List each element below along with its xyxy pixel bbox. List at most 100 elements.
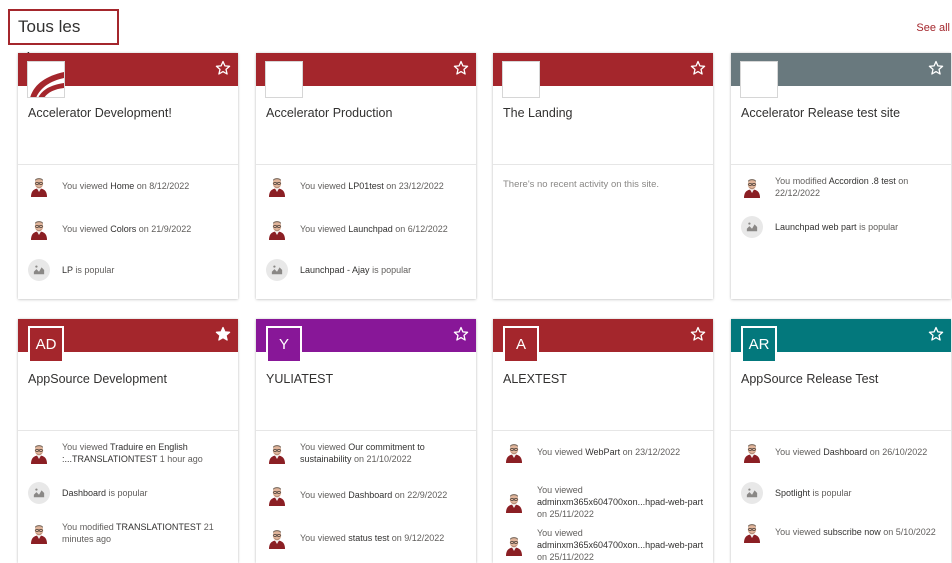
site-name[interactable]: AppSource Development	[28, 372, 167, 386]
site-name[interactable]: Accelerator Development!	[28, 106, 172, 120]
activity-suffix: on 22/9/2022	[392, 490, 448, 500]
avatar	[741, 441, 763, 463]
activity-target: Launchpad web part	[775, 222, 857, 232]
activity-text: You viewed WebPart on 23/12/2022	[537, 446, 680, 458]
activity-item[interactable]: You viewed adminxm365x604700xon...hpad-w…	[503, 527, 707, 563]
activity-item[interactable]: You viewed Colors on 21/9/2022	[28, 218, 232, 240]
see-all-link[interactable]: See all	[916, 22, 950, 34]
activity-suffix: on 21/9/2022	[136, 224, 192, 234]
activity-item[interactable]: You viewed Traduire en English :...TRANS…	[28, 441, 232, 465]
acr-logo-icon	[27, 61, 65, 98]
activity-text: Spotlight is popular	[775, 487, 852, 499]
activity-target: TRANSLATIONTEST	[116, 522, 202, 532]
site-name[interactable]: Accelerator Production	[266, 106, 392, 120]
activity-target: subscribe now	[823, 527, 881, 537]
activity-target: Colors	[110, 224, 137, 234]
popular-icon	[28, 259, 50, 281]
avatar	[266, 527, 288, 549]
site-card[interactable]: Accelerator Production You viewed LP01te…	[256, 53, 476, 299]
card-header: AD AppSource Development	[18, 319, 238, 431]
activity-text: You viewed subscribe now on 5/10/2022	[775, 526, 936, 538]
card-header: Accelerator Development!	[18, 53, 238, 165]
activity-text: Dashboard is popular	[62, 487, 148, 499]
activity-item[interactable]: You viewed adminxm365x604700xon...hpad-w…	[503, 484, 707, 520]
site-card[interactable]: A ALEXTEST You viewed WebPart on 23/12/2…	[493, 319, 713, 563]
activity-suffix: on 23/12/2022	[383, 181, 444, 191]
avatar	[266, 442, 288, 464]
activity-item[interactable]: Dashboard is popular	[28, 482, 232, 504]
activity-suffix: on 26/10/2022	[867, 447, 928, 457]
site-name[interactable]: AppSource Release Test	[741, 372, 878, 386]
star-icon[interactable]	[453, 326, 469, 342]
activity-target: WebPart	[585, 447, 621, 457]
site-card[interactable]: Accelerator Development! You viewed Home…	[18, 53, 238, 299]
activity-prefix: You modified	[775, 176, 829, 186]
star-icon[interactable]	[928, 326, 944, 342]
avatar	[28, 442, 50, 464]
card-header: The Landing	[493, 53, 713, 165]
activity-prefix: You viewed	[300, 442, 349, 452]
activity-item[interactable]: You modified Accordion .8 test on 22/12/…	[741, 175, 945, 199]
activity-text: You modified Accordion .8 test on 22/12/…	[775, 175, 945, 199]
site-name[interactable]: YULIATEST	[266, 372, 333, 386]
card-header: Accelerator Production	[256, 53, 476, 165]
activity-text: You viewed Dashboard on 26/10/2022	[775, 446, 927, 458]
activity-item[interactable]: You viewed status test on 9/12/2022	[266, 527, 470, 549]
activity-suffix: on 21/10/2022	[351, 454, 412, 464]
activity-prefix: You viewed	[775, 527, 824, 537]
avatar	[266, 218, 288, 240]
activity-text: You viewed Our commitment to sustainabil…	[300, 441, 470, 465]
activity-item[interactable]: Spotlight is popular	[741, 482, 945, 504]
activity-suffix: is popular	[369, 265, 412, 275]
activity-prefix: You viewed	[62, 224, 111, 234]
activity-item[interactable]: You viewed Dashboard on 22/9/2022	[266, 484, 470, 506]
site-card[interactable]: Y YULIATEST You viewed Our commitment to…	[256, 319, 476, 563]
activity-text: Launchpad web part is popular	[775, 221, 898, 233]
site-initials-logo: Y	[266, 326, 302, 363]
activity-item[interactable]: You viewed LP01test on 23/12/2022	[266, 175, 470, 197]
activity-target: LP01test	[348, 181, 384, 191]
site-card[interactable]: AD AppSource Development You viewed Trad…	[18, 319, 238, 563]
activity-item[interactable]: Launchpad web part is popular	[741, 216, 945, 238]
star-icon[interactable]	[215, 60, 231, 76]
star-icon[interactable]	[928, 60, 944, 76]
site-name[interactable]: The Landing	[503, 106, 573, 120]
avatar	[503, 441, 525, 463]
star-filled-icon[interactable]	[215, 326, 231, 342]
activity-target: Spotlight	[775, 488, 811, 498]
site-logo-placeholder	[502, 61, 540, 98]
activity-target: Accordion .8 test	[828, 176, 896, 186]
activity-suffix: is popular	[856, 222, 899, 232]
avatar	[503, 534, 525, 556]
activity-prefix: You viewed	[62, 181, 111, 191]
site-card[interactable]: AR AppSource Release Test You viewed Das…	[731, 319, 951, 563]
site-card[interactable]: The Landing There's no recent activity on…	[493, 53, 713, 299]
activity-item[interactable]: You viewed Dashboard on 26/10/2022	[741, 441, 945, 463]
star-icon[interactable]	[690, 326, 706, 342]
activity-target: adminxm365x604700xon...hpad-web-part	[537, 497, 704, 507]
activity-text: You viewed Launchpad on 6/12/2022	[300, 223, 448, 235]
activity-item[interactable]: You viewed Our commitment to sustainabil…	[266, 441, 470, 465]
activity-item[interactable]: You viewed Home on 8/12/2022	[28, 175, 232, 197]
avatar	[266, 175, 288, 197]
activity-item[interactable]: You viewed WebPart on 23/12/2022	[503, 441, 707, 463]
activity-prefix: You viewed	[537, 485, 583, 495]
activity-text: You viewed adminxm365x604700xon...hpad-w…	[537, 527, 707, 563]
activity-item[interactable]: You modified TRANSLATIONTEST 21 minutes …	[28, 521, 232, 545]
site-logo-placeholder	[740, 61, 778, 98]
star-icon[interactable]	[453, 60, 469, 76]
star-icon[interactable]	[690, 60, 706, 76]
activity-text: You viewed status test on 9/12/2022	[300, 532, 444, 544]
activity-text: You viewed Colors on 21/9/2022	[62, 223, 191, 235]
activity-item[interactable]: LP is popular	[28, 259, 232, 281]
site-name[interactable]: Accelerator Release test site	[741, 106, 900, 120]
activity-text: You modified TRANSLATIONTEST 21 minutes …	[62, 521, 232, 545]
activity-item[interactable]: You viewed Launchpad on 6/12/2022	[266, 218, 470, 240]
site-name[interactable]: ALEXTEST	[503, 372, 567, 386]
avatar	[503, 491, 525, 513]
activity-target: LP	[62, 265, 73, 275]
activity-item[interactable]: You viewed subscribe now on 5/10/2022	[741, 521, 945, 543]
activity-suffix: on 23/12/2022	[620, 447, 681, 457]
activity-item[interactable]: Launchpad - Ajay is popular	[266, 259, 470, 281]
site-card[interactable]: Accelerator Release test site You modifi…	[731, 53, 951, 299]
